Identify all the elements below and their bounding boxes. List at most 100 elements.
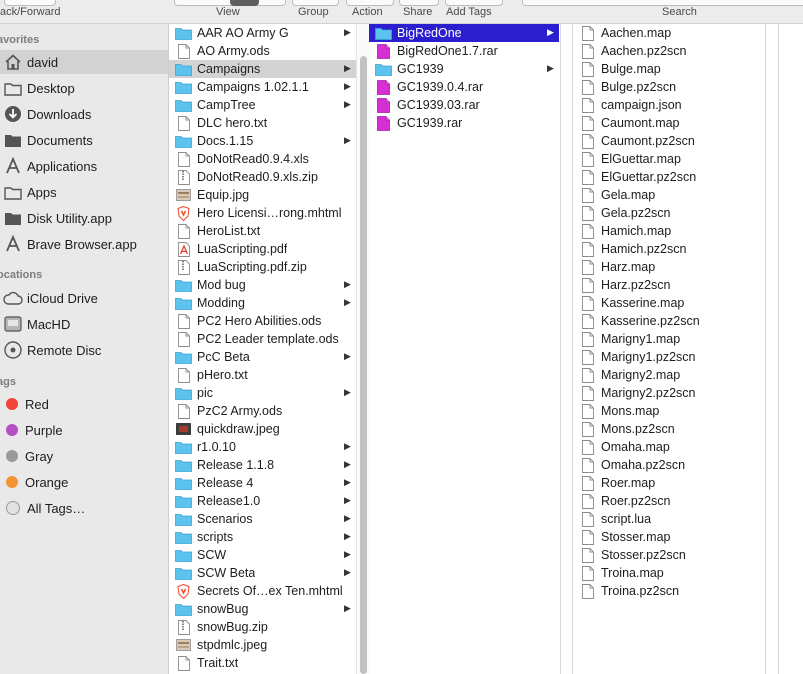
list-item[interactable]: scripts ▶ [169,528,356,546]
list-item[interactable]: GC1939.03.rar [369,96,559,114]
sidebar-item-desktop[interactable]: Desktop [0,76,168,100]
list-item[interactable]: Mons.map [573,402,765,420]
list-item[interactable]: Mod bug ▶ [169,276,356,294]
sidebar-item-brave-browser-app[interactable]: Brave Browser.app [0,232,168,256]
file-name: Stosser.map [601,530,671,544]
sidebar-tag-all-tags[interactable]: All Tags… [0,496,168,520]
list-item[interactable]: Campaigns ▶ [169,60,356,78]
list-item[interactable]: SCW Beta ▶ [169,564,356,582]
list-item[interactable]: Aachen.pz2scn [573,42,765,60]
document-icon [579,457,596,473]
list-item[interactable]: campaign.json [573,96,765,114]
list-item[interactable]: SCW ▶ [169,546,356,564]
sidebar-tag-orange[interactable]: Orange [0,470,168,494]
list-item[interactable]: Mons.pz2scn [573,420,765,438]
list-item[interactable]: HeroList.txt [169,222,356,240]
list-item[interactable]: AAR AO Army G ▶ [169,24,356,42]
sidebar-tag-purple[interactable]: Purple [0,418,168,442]
list-item[interactable]: quickdraw.jpeg [169,420,356,438]
list-item[interactable]: Aachen.map [573,24,765,42]
list-item[interactable]: BigRedOne ▶ [369,24,559,42]
list-item[interactable]: Secrets Of…ex Ten.mhtml [169,582,356,600]
list-item[interactable]: Harz.map [573,258,765,276]
list-item[interactable]: Marigny2.map [573,366,765,384]
list-item[interactable]: Campaigns 1.02.1.1 ▶ [169,78,356,96]
sidebar-tag-gray[interactable]: Gray [0,444,168,468]
list-item[interactable]: DLC hero.txt [169,114,356,132]
list-item[interactable]: DoNotRead0.9.xls.zip [169,168,356,186]
list-item[interactable]: DoNotRead0.9.4.xls [169,150,356,168]
list-item[interactable]: ElGuettar.map [573,150,765,168]
list-item[interactable]: r1.0.10 ▶ [169,438,356,456]
list-item[interactable]: Release 1.1.8 ▶ [169,456,356,474]
list-item[interactable]: Gela.pz2scn [573,204,765,222]
sidebar-item-downloads[interactable]: Downloads [0,102,168,126]
list-item[interactable]: Stosser.pz2scn [573,546,765,564]
share-label: Share [403,6,433,18]
list-item[interactable]: Trait.txt [169,654,356,672]
list-item[interactable]: ElGuettar.pz2scn [573,168,765,186]
list-item[interactable]: Hero Licensi…rong.mhtml [169,204,356,222]
list-item[interactable]: Harz.pz2scn [573,276,765,294]
list-item[interactable]: Release 4 ▶ [169,474,356,492]
list-item[interactable]: GC1939 ▶ [369,60,559,78]
column-divider[interactable] [560,24,561,674]
list-item[interactable]: script.lua [573,510,765,528]
list-item[interactable]: Troina.pz2scn [573,582,765,600]
sidebar-item-remote-disc[interactable]: Remote Disc [0,338,168,362]
list-item[interactable]: Roer.map [573,474,765,492]
list-item[interactable]: Kasserine.map [573,294,765,312]
list-item[interactable]: Hamich.map [573,222,765,240]
list-item[interactable]: Troina.map [573,564,765,582]
list-item[interactable]: Equip.jpg [169,186,356,204]
sidebar-tag-red[interactable]: Red [0,392,168,416]
list-item[interactable]: pic ▶ [169,384,356,402]
list-item[interactable]: Stosser.map [573,528,765,546]
list-item[interactable]: Marigny1.map [573,330,765,348]
list-item[interactable]: Release1.0 ▶ [169,492,356,510]
sidebar-item-disk-utility-app[interactable]: Disk Utility.app [0,206,168,230]
list-item[interactable]: stpdmlc.jpeg [169,636,356,654]
list-item[interactable]: PcC Beta ▶ [169,348,356,366]
list-item[interactable]: Modding ▶ [169,294,356,312]
scrollbar-thumb[interactable] [360,56,367,674]
sidebar-item-apps[interactable]: Apps [0,180,168,204]
list-item[interactable]: GC1939.rar [369,114,559,132]
list-item[interactable]: snowBug ▶ [169,600,356,618]
column-divider[interactable] [765,24,766,674]
list-item[interactable]: Docs.1.15 ▶ [169,132,356,150]
list-item[interactable]: PC2 Leader template.ods [169,330,356,348]
sidebar-item-applications[interactable]: Applications [0,154,168,178]
list-item[interactable]: Omaha.pz2scn [573,456,765,474]
list-item[interactable]: Gela.map [573,186,765,204]
sidebar-item-david[interactable]: david [0,50,168,74]
list-item[interactable]: Caumont.pz2scn [573,132,765,150]
file-name: HeroList.txt [197,224,261,238]
column-divider[interactable] [778,24,779,674]
list-item[interactable]: GC1939.0.4.rar [369,78,559,96]
list-item[interactable]: LuaScripting.pdf.zip [169,258,356,276]
list-item[interactable]: pHero.txt [169,366,356,384]
list-item[interactable]: Caumont.map [573,114,765,132]
list-item[interactable]: CampTree ▶ [169,96,356,114]
list-item[interactable]: Bulge.pz2scn [573,78,765,96]
list-item[interactable]: LuaScripting.pdf [169,240,356,258]
list-item[interactable]: Omaha.map [573,438,765,456]
list-item[interactable]: Marigny2.pz2scn [573,384,765,402]
sidebar-item-icloud-drive[interactable]: iCloud Drive [0,286,168,310]
list-item[interactable]: Bulge.map [573,60,765,78]
sidebar-item-documents[interactable]: Documents [0,128,168,152]
list-item[interactable]: BigRedOne1.7.rar [369,42,559,60]
list-item[interactable]: Kasserine.pz2scn [573,312,765,330]
list-item[interactable]: Scenarios ▶ [169,510,356,528]
list-item[interactable]: Roer.pz2scn [573,492,765,510]
list-item[interactable]: Hamich.pz2scn [573,240,765,258]
list-item[interactable]: PC2 Hero Abilities.ods [169,312,356,330]
column-1-scrollbar[interactable] [356,24,370,674]
list-item[interactable]: AO Army.ods [169,42,356,60]
sidebar-item-machd[interactable]: MacHD [0,312,168,336]
folder-icon [3,182,23,202]
list-item[interactable]: PzC2 Army.ods [169,402,356,420]
list-item[interactable]: snowBug.zip [169,618,356,636]
list-item[interactable]: Marigny1.pz2scn [573,348,765,366]
